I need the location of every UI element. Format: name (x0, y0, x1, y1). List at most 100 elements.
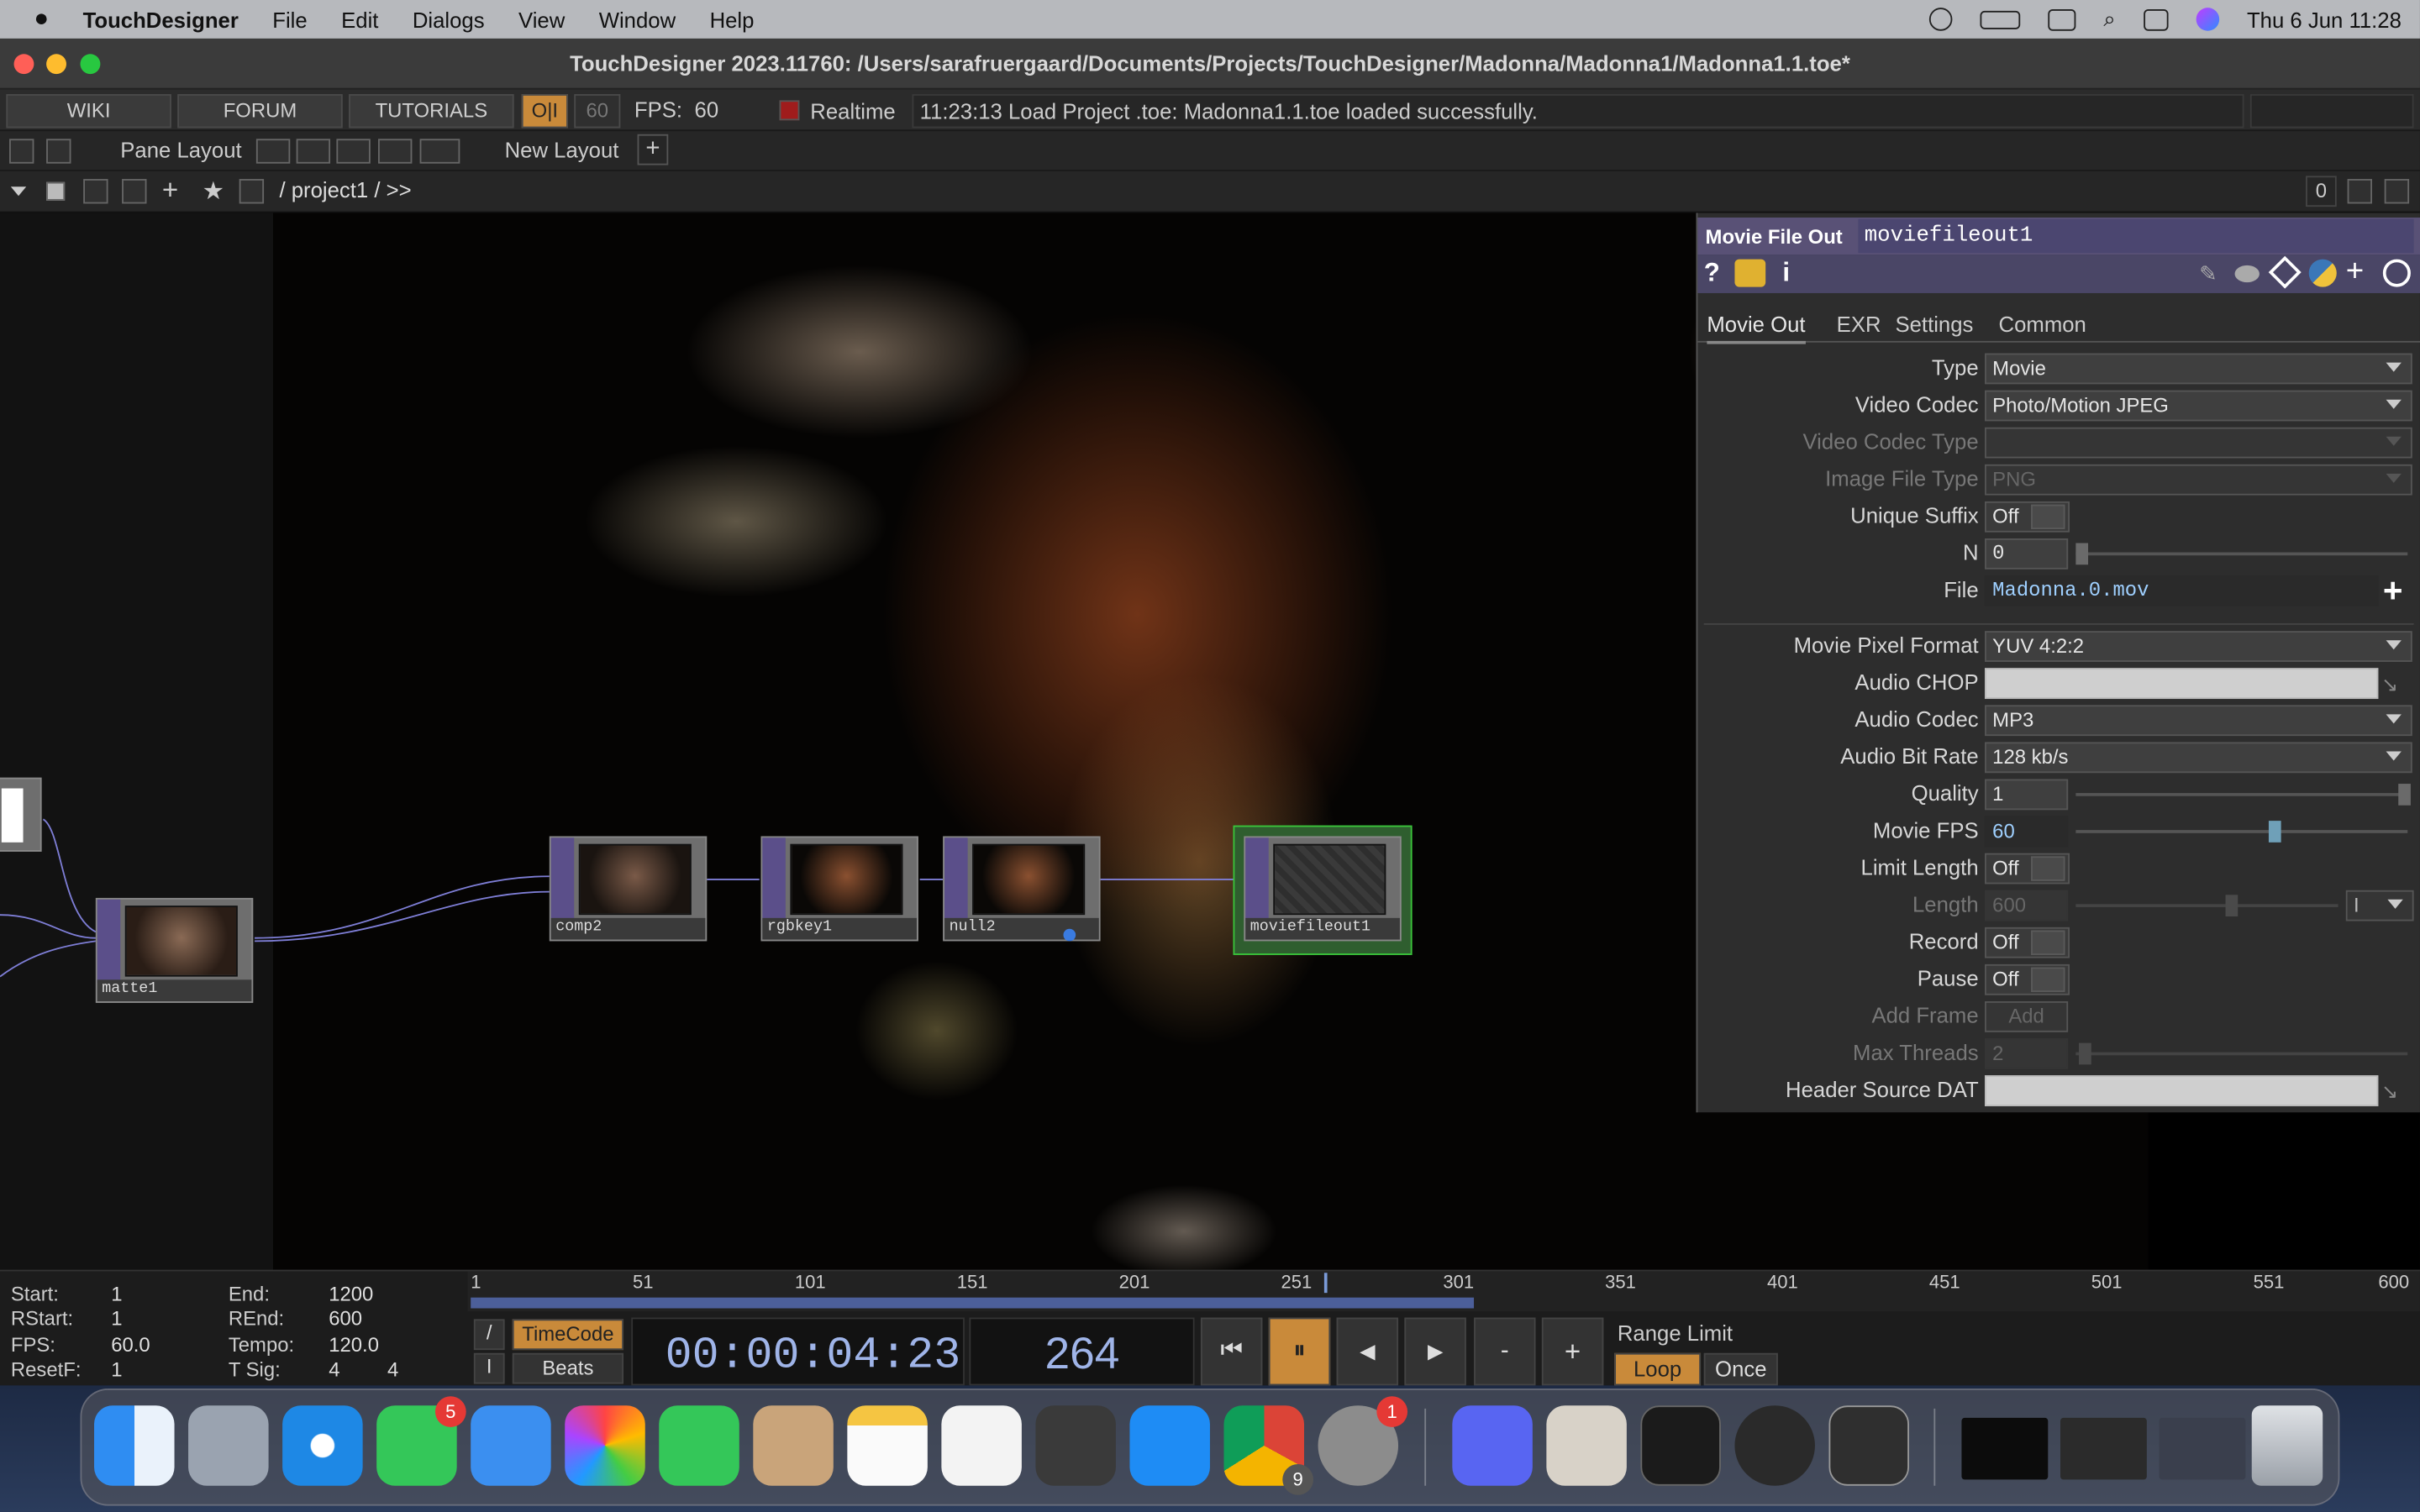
node-matte1[interactable]: matte1 (95, 897, 254, 1003)
forum-button[interactable]: FORUM (177, 94, 343, 129)
info-icon[interactable]: i (1782, 258, 1790, 289)
movie-fps-field[interactable]: 60 (1984, 816, 2069, 848)
maximize-pane-icon[interactable] (2347, 179, 2373, 204)
length-slider-knob[interactable] (2225, 895, 2238, 916)
record-toggle[interactable]: Off (1984, 927, 2070, 958)
tempo-value[interactable]: 120.0 (329, 1333, 379, 1357)
limit-length-toggle[interactable]: Off (1984, 853, 2070, 885)
node-name-comp2[interactable]: comp2 (550, 917, 706, 940)
freeform-icon[interactable] (941, 1405, 1022, 1486)
menu-edit[interactable]: Edit (341, 7, 378, 31)
pixel-format-menu[interactable]: YUV 4:2:2 (1984, 631, 2412, 662)
menu-window[interactable]: Window (599, 7, 676, 31)
screen-mirror-icon[interactable] (2048, 8, 2076, 30)
app-store-icon[interactable] (1129, 1405, 1210, 1486)
quality-slider-knob[interactable] (2398, 784, 2411, 806)
target-icon[interactable] (2382, 259, 2411, 287)
timecode-display[interactable]: 00:00:04:23 (631, 1317, 965, 1386)
perform-mode-button[interactable]: O|I (521, 94, 568, 129)
movie-fps-slider-knob[interactable] (2268, 821, 2281, 843)
apple-icon[interactable]: ● (34, 5, 49, 33)
discord-icon[interactable] (1452, 1405, 1533, 1486)
max-threads-field[interactable]: 2 (1984, 1038, 2069, 1069)
viewer-flag-icon[interactable] (1063, 928, 1076, 942)
pause-toggle[interactable]: Off (1984, 963, 2070, 995)
notes-icon[interactable] (847, 1405, 928, 1486)
n-slider[interactable] (2075, 552, 2408, 556)
add-layout-button[interactable]: + (637, 134, 669, 165)
tab-common[interactable]: Common (1999, 312, 2086, 336)
node-comp2[interactable]: comp2 (549, 836, 708, 942)
node-null2[interactable]: null2 (943, 836, 1101, 942)
frame-value[interactable]: 264 (1044, 1330, 1119, 1381)
layout-single-button[interactable] (255, 139, 291, 164)
contacts-icon[interactable] (753, 1405, 834, 1486)
forward-icon[interactable] (122, 179, 147, 204)
timecode-value[interactable]: 00:00:04:23 (666, 1330, 961, 1381)
star-icon[interactable]: ★ (203, 176, 224, 207)
minimized-window-2[interactable] (2060, 1417, 2147, 1480)
eraser-icon[interactable] (2268, 255, 2302, 289)
pane-toggle-icon[interactable] (9, 139, 34, 164)
rend-value[interactable]: 600 (329, 1307, 362, 1331)
n-field[interactable]: 0 (1984, 538, 2069, 570)
layout-split-h-button[interactable] (336, 139, 371, 164)
launchpad-icon[interactable] (188, 1405, 269, 1486)
blender-icon[interactable] (1035, 1405, 1116, 1486)
battery-icon[interactable] (1980, 9, 2021, 29)
messages-icon[interactable]: 5 (376, 1396, 466, 1486)
play-status-icon[interactable] (1928, 8, 1953, 31)
terminal-icon[interactable] (1640, 1405, 1721, 1486)
length-slider[interactable] (2075, 904, 2338, 907)
fps-value[interactable]: 60.0 (111, 1333, 150, 1357)
quicktime-icon[interactable] (1734, 1405, 1815, 1486)
node-rgbkey1[interactable]: rgbkey1 (760, 836, 918, 942)
quality-slider[interactable] (2075, 793, 2408, 796)
playhead[interactable] (1323, 1273, 1328, 1294)
header-dat-field[interactable] (1984, 1075, 2379, 1106)
menu-file[interactable]: File (272, 7, 307, 31)
offscreen-node[interactable] (0, 777, 42, 852)
movie-fps-slider[interactable] (2075, 830, 2408, 833)
audio-codec-menu[interactable]: MP3 (1984, 705, 2412, 737)
header-dat-link-icon[interactable]: ↘ (2381, 1080, 2398, 1105)
max-threads-slider-knob[interactable] (2079, 1042, 2091, 1065)
add-frame-button[interactable]: Add (1984, 1001, 2069, 1032)
audio-chop-field[interactable] (1984, 668, 2379, 700)
system-settings-icon[interactable]: 1 (1318, 1396, 1408, 1486)
resetf-value[interactable]: 1 (111, 1357, 122, 1381)
app-menu[interactable]: TouchDesigner (83, 7, 239, 31)
operator-name-field[interactable]: moviefileout1 (1858, 218, 2414, 254)
audio-chop-link-icon[interactable]: ↘ (2381, 673, 2398, 697)
end-value[interactable]: 1200 (329, 1282, 373, 1305)
layout-four-button[interactable] (419, 139, 460, 164)
timeline-slash-button[interactable]: / (473, 1319, 505, 1351)
chrome-icon[interactable]: 9 (1223, 1405, 1314, 1495)
home-icon[interactable] (239, 179, 265, 204)
mail-icon[interactable] (471, 1405, 551, 1486)
python-help-icon[interactable] (1734, 259, 1766, 287)
preview-icon[interactable] (1546, 1405, 1627, 1486)
speed-up-button[interactable]: + (1541, 1317, 1604, 1386)
comment-icon[interactable] (2234, 265, 2260, 283)
dropdown-icon[interactable] (10, 186, 27, 197)
tab-movie-out[interactable]: Movie Out (1707, 312, 1806, 344)
minimized-window-3[interactable] (2159, 1417, 2246, 1480)
range-bar[interactable] (471, 1297, 1475, 1309)
node-name-matte1[interactable]: matte1 (97, 979, 252, 1002)
cook-rate-field[interactable]: 60 (574, 94, 621, 129)
tsig-value-b[interactable]: 4 (387, 1357, 398, 1381)
length-unit-menu[interactable]: I (2345, 890, 2414, 921)
max-threads-slider[interactable] (2075, 1052, 2408, 1056)
new-layout-label[interactable]: New Layout (505, 137, 619, 161)
python-icon[interactable] (2308, 259, 2337, 287)
rstart-value[interactable]: 1 (111, 1307, 122, 1331)
touchdesigner-icon[interactable] (1828, 1405, 1909, 1486)
finder-icon[interactable] (94, 1405, 175, 1486)
node-name-rgbkey1[interactable]: rgbkey1 (762, 917, 917, 940)
file-browse-icon[interactable]: + (2383, 571, 2403, 612)
facetime-icon[interactable] (659, 1405, 739, 1486)
clock[interactable]: Thu 6 Jun 11:28 (2247, 7, 2402, 31)
stop-icon[interactable] (46, 181, 66, 201)
start-value[interactable]: 1 (111, 1282, 122, 1305)
